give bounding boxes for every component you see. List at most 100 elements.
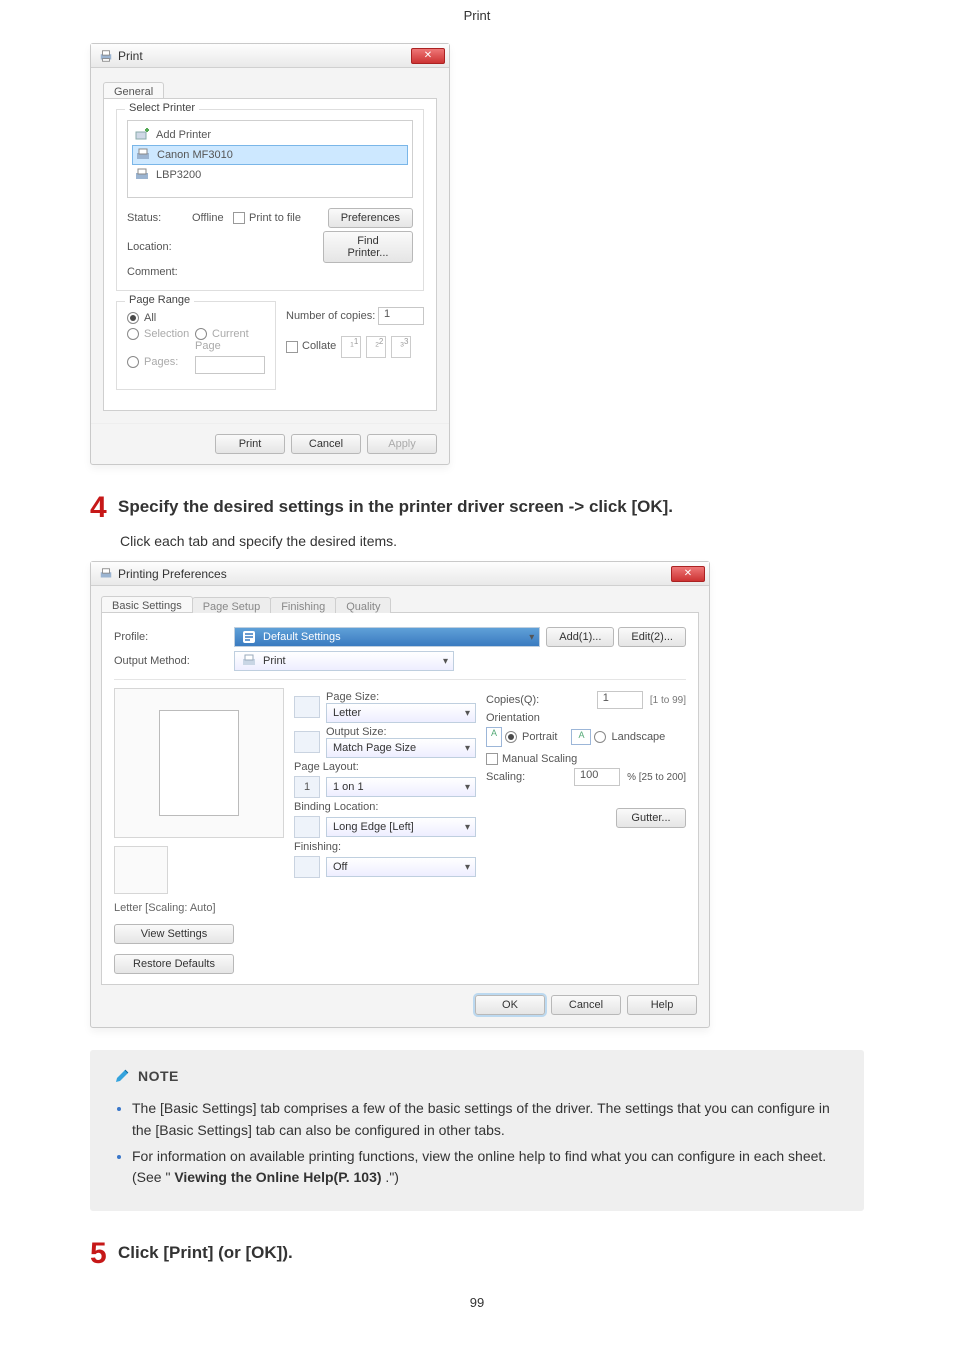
binding-label: Binding Location:	[294, 801, 476, 813]
tab-basic-settings[interactable]: Basic Settings	[101, 596, 193, 612]
orientation-label: Orientation	[486, 712, 686, 724]
tab-general[interactable]: General	[103, 82, 164, 98]
scale-caption: Letter [Scaling: Auto]	[114, 902, 284, 914]
portrait-icon: A	[486, 727, 502, 747]
print-dialog-titlebar[interactable]: Print	[91, 44, 449, 68]
print-to-file-check[interactable]: Print to file	[233, 212, 323, 224]
profile-dropdown[interactable]: Default Settings	[234, 627, 540, 647]
portrait-label: Portrait	[522, 731, 557, 743]
printer-item[interactable]: LBP3200	[132, 165, 408, 185]
binding-dropdown[interactable]: Long Edge [Left]	[326, 817, 476, 837]
tab-finishing[interactable]: Finishing	[270, 597, 336, 613]
num-copies-value: 1	[379, 308, 390, 320]
page-layout-label: Page Layout:	[294, 761, 476, 773]
close-icon[interactable]	[671, 566, 705, 582]
output-method-dropdown[interactable]: Print	[234, 651, 454, 671]
radio-pages-label: Pages:	[144, 356, 178, 368]
finishing-icon	[294, 856, 320, 878]
note-bullet-2-tail: .")	[382, 1169, 399, 1185]
breadcrumb: Print	[0, 0, 954, 43]
radio-icon	[127, 328, 139, 340]
manual-scaling-label: Manual Scaling	[502, 753, 577, 765]
print-dialog: Print General Select Printer Add Printer	[90, 43, 450, 465]
output-size-dropdown[interactable]: Match Page Size	[326, 738, 476, 758]
landscape-label: Landscape	[611, 731, 665, 743]
profile-icon	[241, 629, 257, 645]
close-icon[interactable]	[411, 48, 445, 64]
find-printer-button[interactable]: Find Printer...	[323, 231, 413, 263]
radio-landscape[interactable]: A Landscape	[571, 729, 665, 745]
status-value: Offline	[192, 212, 233, 224]
ok-button[interactable]: OK	[475, 995, 545, 1015]
restore-defaults-button[interactable]: Restore Defaults	[114, 954, 234, 974]
note-title: NOTE	[138, 1068, 179, 1084]
printer-third-label: LBP3200	[156, 169, 201, 181]
add-profile-button[interactable]: Add(1)...	[546, 627, 614, 647]
page-number: 99	[0, 1295, 954, 1310]
edit-profile-button[interactable]: Edit(2)...	[618, 627, 686, 647]
radio-icon	[594, 731, 606, 743]
printer-icon	[99, 567, 113, 581]
page-range-legend: Page Range	[125, 294, 194, 306]
tab-quality[interactable]: Quality	[335, 597, 391, 613]
page-size-dropdown[interactable]: Letter	[326, 703, 476, 723]
output-method-value: Print	[263, 655, 286, 667]
step-4-text: Specify the desired settings in the prin…	[118, 493, 673, 517]
view-settings-button[interactable]: View Settings	[114, 924, 234, 944]
preferences-titlebar[interactable]: Printing Preferences	[91, 562, 709, 586]
output-method-label: Output Method:	[114, 655, 234, 667]
finishing-preview	[114, 846, 168, 894]
finishing-dropdown[interactable]: Off	[326, 857, 476, 877]
collate-check[interactable]: Collate	[286, 340, 336, 352]
pencil-icon	[114, 1068, 130, 1084]
step-4-sub: Click each tab and specify the desired i…	[120, 533, 864, 549]
note-bullet-1: The [Basic Settings] tab comprises a few…	[132, 1098, 844, 1141]
binding-value: Long Edge [Left]	[333, 821, 414, 833]
manual-scaling-check[interactable]: Manual Scaling	[486, 753, 686, 765]
copies-label: Copies(Q):	[486, 694, 539, 706]
pages-input[interactable]	[195, 356, 265, 374]
output-size-value: Match Page Size	[333, 742, 416, 754]
radio-pages[interactable]: Pages:	[127, 356, 195, 377]
cancel-button[interactable]: Cancel	[291, 434, 361, 454]
cancel-button[interactable]: Cancel	[551, 995, 621, 1015]
add-printer-icon	[134, 127, 150, 143]
radio-selection[interactable]: Selection	[127, 328, 195, 352]
radio-current-page[interactable]: Current Page	[195, 328, 265, 352]
radio-icon	[127, 312, 139, 324]
page-layout-dropdown[interactable]: 1 on 1	[326, 777, 476, 797]
preferences-title: Printing Preferences	[118, 567, 227, 581]
printer-selected-item[interactable]: Canon MF3010	[132, 145, 408, 165]
copies-value: 1	[598, 692, 609, 704]
print-icon	[241, 653, 257, 669]
print-button[interactable]: Print	[215, 434, 285, 454]
preferences-button[interactable]: Preferences	[328, 208, 413, 228]
collate-label: Collate	[302, 340, 336, 352]
step-5-number: 5	[90, 1239, 118, 1269]
radio-portrait[interactable]: A Portrait	[486, 727, 557, 747]
finishing-label: Finishing:	[294, 841, 476, 853]
note-bullet-2-link[interactable]: Viewing the Online Help(P. 103)	[174, 1169, 381, 1185]
apply-button[interactable]: Apply	[367, 434, 437, 454]
copies-input[interactable]: 1	[597, 691, 643, 709]
status-label: Status:	[127, 212, 192, 224]
radio-all[interactable]: All	[127, 312, 195, 324]
binding-icon	[294, 816, 320, 838]
help-button[interactable]: Help	[627, 995, 697, 1015]
printer-add-item[interactable]: Add Printer	[132, 125, 408, 145]
page-layout-icon: 1	[294, 776, 320, 798]
note-bullet-2: For information on available printing fu…	[132, 1146, 844, 1189]
radio-icon	[505, 731, 517, 743]
step-4-number: 4	[90, 493, 118, 523]
printer-list[interactable]: Add Printer Canon MF3010 LBP3200	[127, 120, 413, 198]
landscape-icon: A	[571, 729, 591, 745]
num-copies-input[interactable]: 1	[378, 307, 424, 325]
page-layout-value: 1 on 1	[333, 781, 364, 793]
gutter-button[interactable]: Gutter...	[616, 808, 686, 828]
radio-icon	[127, 356, 139, 368]
finishing-value: Off	[333, 861, 347, 873]
print-to-file-label: Print to file	[249, 212, 301, 224]
comment-label: Comment:	[127, 266, 192, 278]
radio-all-label: All	[144, 312, 156, 324]
tab-page-setup[interactable]: Page Setup	[192, 597, 272, 613]
